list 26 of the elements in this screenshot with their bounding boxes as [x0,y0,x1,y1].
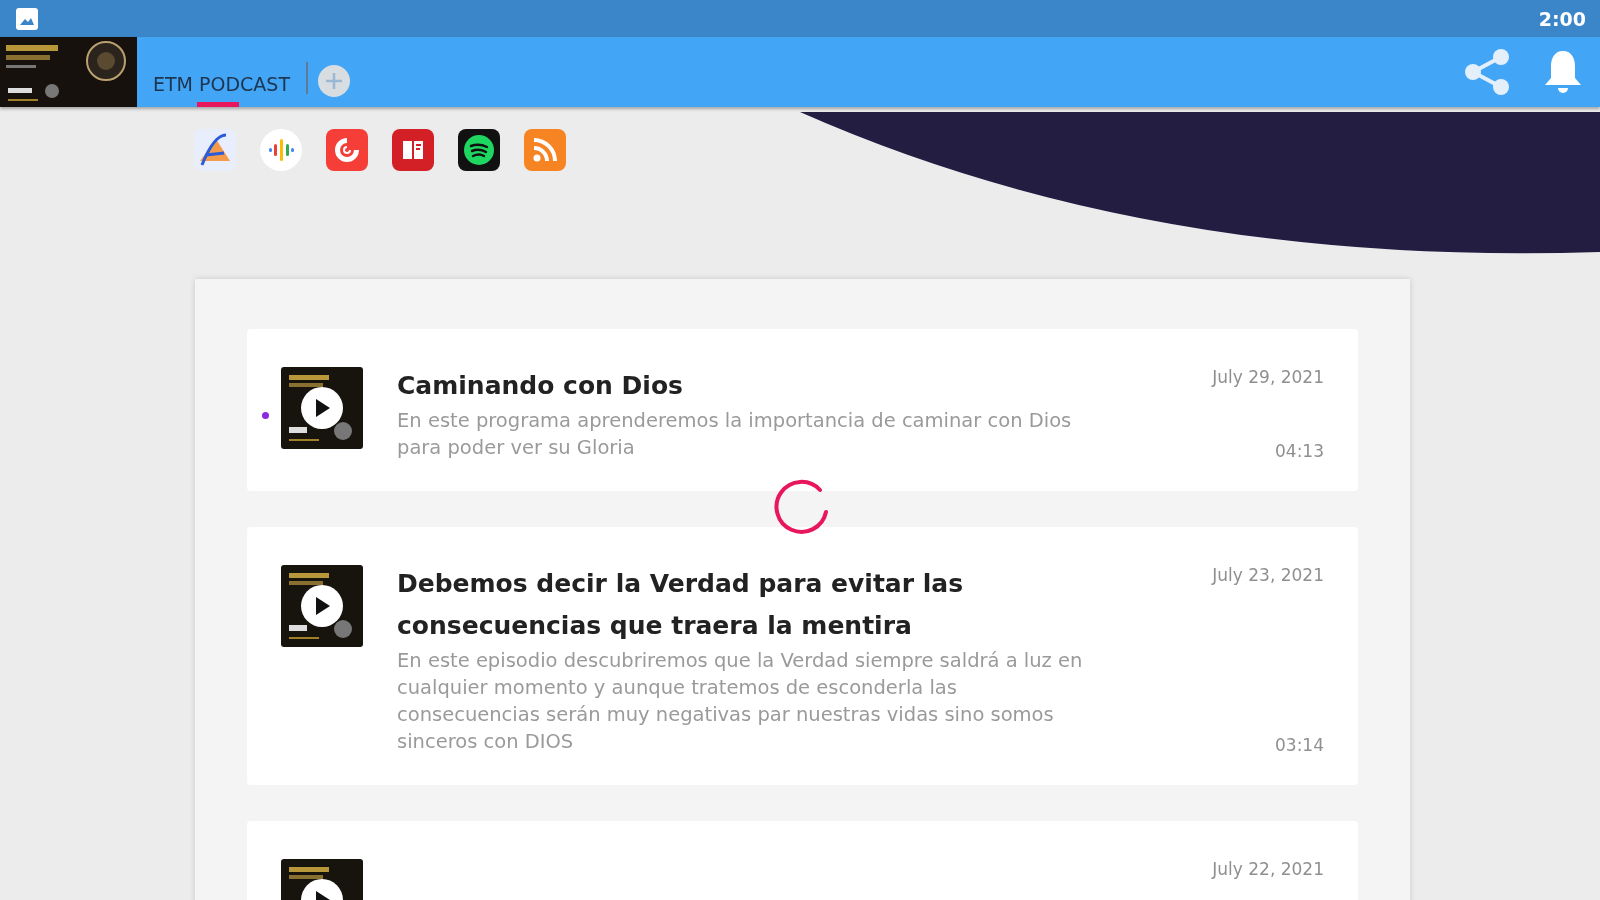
episode-duration: 03:14 [1275,735,1324,755]
play-icon [314,399,330,417]
image-icon [16,7,38,30]
episode-description: En este episodio descubriremos que la Verdad siempre saldrá a luz en cualquier momento y aunque tratemos de esconderla las consecuencias serán muy negativas par nuestras vidas sino somos sinceros con DIOS [397,648,1084,755]
tab[interactable]: ETM PODCAST [145,37,299,107]
episode-date: July 23, 2021 [1212,565,1324,585]
rss-button[interactable] [524,129,566,171]
episode-title: Caminando con Dios [397,370,684,402]
plus-icon [324,71,345,91]
bell-icon [1542,48,1584,96]
share-icon [1462,48,1512,96]
episode-description: En este programa aprenderemos la importancia de caminar con Dios para poder ver su Gloria [397,408,1073,461]
notifications-button[interactable] [1542,48,1584,96]
episode-date: July 22, 2021 [1212,859,1324,879]
spotify-icon [462,133,496,167]
episode-title: Debemos decir la Verdad para evitar las consecuencias que traera la mentira [397,568,965,642]
episode-card[interactable]: July 22, 2021 [247,821,1358,900]
pocket-icon [332,135,362,165]
episode-card[interactable]: Caminando con Dios En este programa aprenderemos la importancia de caminar con Dios para poder ver su Gloria July 29, 2021 04:13 [247,329,1358,491]
podcast-app-button[interactable] [458,129,500,171]
episode-card[interactable] [247,527,1358,785]
clock-time: 2:00 [1538,7,1586,30]
play-icon [314,597,330,615]
bars-icon [268,137,294,163]
episode-date: July 29, 2021 [1212,367,1324,387]
episode-duration: 04:13 [1275,441,1324,461]
